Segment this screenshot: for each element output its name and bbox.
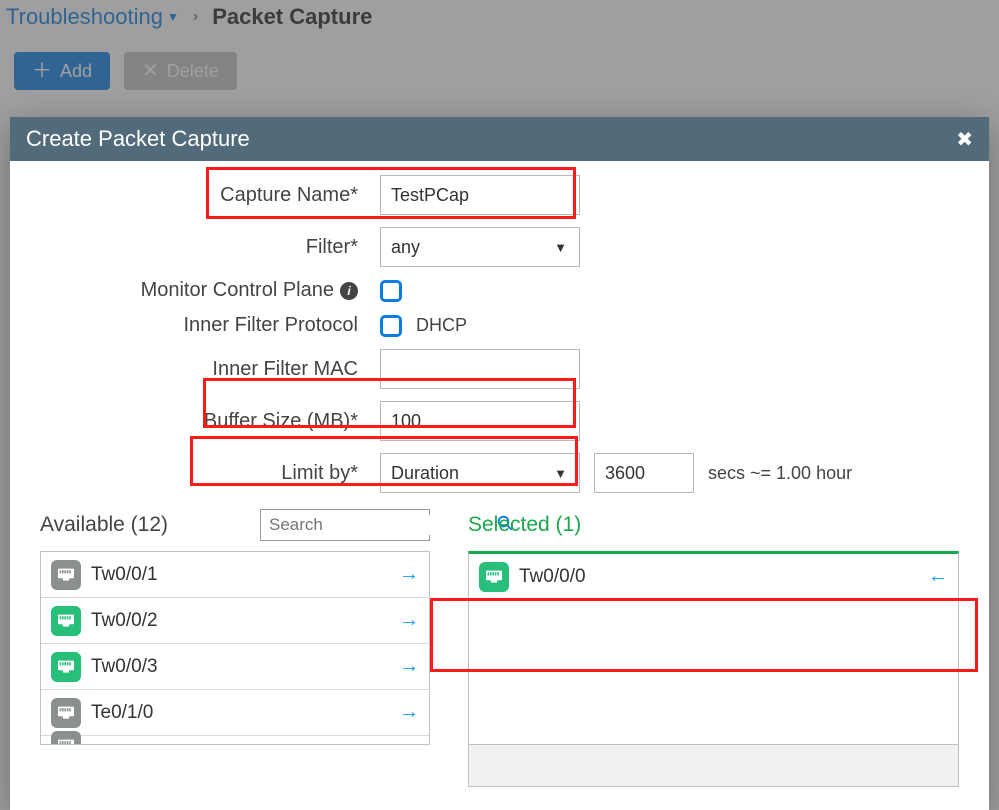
- selected-list[interactable]: Tw0/0/0 ←: [468, 551, 959, 745]
- capture-name-input[interactable]: [380, 175, 580, 215]
- available-item[interactable]: Tw0/0/2 →: [41, 598, 429, 644]
- limit-by-label: Limit by*: [40, 462, 380, 485]
- monitor-control-plane-checkbox[interactable]: [380, 280, 402, 302]
- selected-item-label: Tw0/0/0: [519, 566, 586, 588]
- ethernet-port-icon: [51, 698, 81, 728]
- available-item-label: Tw0/0/2: [91, 610, 158, 632]
- chevron-down-icon: ▼: [554, 466, 567, 481]
- limit-by-hint: secs ~= 1.00 hour: [708, 463, 852, 484]
- available-item[interactable]: Tw0/0/3 →: [41, 644, 429, 690]
- inner-filter-protocol-dhcp-checkbox[interactable]: [380, 315, 402, 337]
- info-icon[interactable]: i: [340, 282, 358, 300]
- selected-list-footer: [468, 745, 959, 787]
- close-icon[interactable]: ✖: [956, 127, 973, 152]
- ethernet-port-icon: [51, 652, 81, 682]
- available-item[interactable]: [41, 736, 429, 745]
- limit-by-select-value: Duration: [391, 463, 459, 484]
- available-search[interactable]: [260, 509, 430, 541]
- available-item[interactable]: Tw0/0/1 →: [41, 552, 429, 598]
- available-item-label: Tw0/0/1: [91, 564, 158, 586]
- modal-title: Create Packet Capture: [26, 126, 250, 152]
- ethernet-port-icon: [479, 562, 509, 592]
- chevron-down-icon: ▼: [554, 240, 567, 255]
- available-search-input[interactable]: [269, 515, 490, 535]
- inner-filter-mac-input[interactable]: [380, 349, 580, 389]
- limit-by-value-input[interactable]: [594, 453, 694, 493]
- arrow-right-icon[interactable]: →: [399, 563, 419, 586]
- selected-item[interactable]: Tw0/0/0 ←: [469, 554, 958, 600]
- modal-header: Create Packet Capture ✖: [10, 117, 989, 161]
- ethernet-port-icon: [51, 560, 81, 590]
- arrow-right-icon[interactable]: →: [399, 655, 419, 678]
- arrow-left-icon[interactable]: ←: [928, 565, 948, 588]
- filter-label: Filter*: [40, 236, 380, 259]
- inner-filter-mac-label: Inner Filter MAC: [40, 358, 380, 381]
- available-list[interactable]: Tw0/0/1 → Tw0/0/2 → Tw0/0/3 → Te0/1/0 →: [40, 551, 430, 745]
- selected-title: Selected (1): [468, 513, 581, 537]
- capture-name-label: Capture Name*: [40, 184, 380, 207]
- buffer-size-label: Buffer Size (MB)*: [40, 410, 380, 433]
- inner-filter-protocol-label: Inner Filter Protocol: [40, 314, 380, 337]
- buffer-size-input[interactable]: [380, 401, 580, 441]
- ethernet-port-icon: [51, 731, 81, 746]
- arrow-right-icon[interactable]: →: [399, 701, 419, 724]
- limit-by-select[interactable]: Duration ▼: [380, 453, 580, 493]
- ethernet-port-icon: [51, 606, 81, 636]
- filter-select-value: any: [391, 237, 420, 258]
- filter-select[interactable]: any ▼: [380, 227, 580, 267]
- arrow-right-icon[interactable]: →: [399, 609, 419, 632]
- available-title: Available (12): [40, 513, 168, 537]
- monitor-control-plane-label: Monitor Control Plane: [141, 279, 334, 302]
- inner-filter-protocol-option: DHCP: [416, 315, 467, 336]
- available-item-label: Tw0/0/3: [91, 656, 158, 678]
- available-item-label: Te0/1/0: [91, 702, 153, 724]
- create-packet-capture-modal: Create Packet Capture ✖ Capture Name* Fi…: [10, 117, 989, 810]
- available-item[interactable]: Te0/1/0 →: [41, 690, 429, 736]
